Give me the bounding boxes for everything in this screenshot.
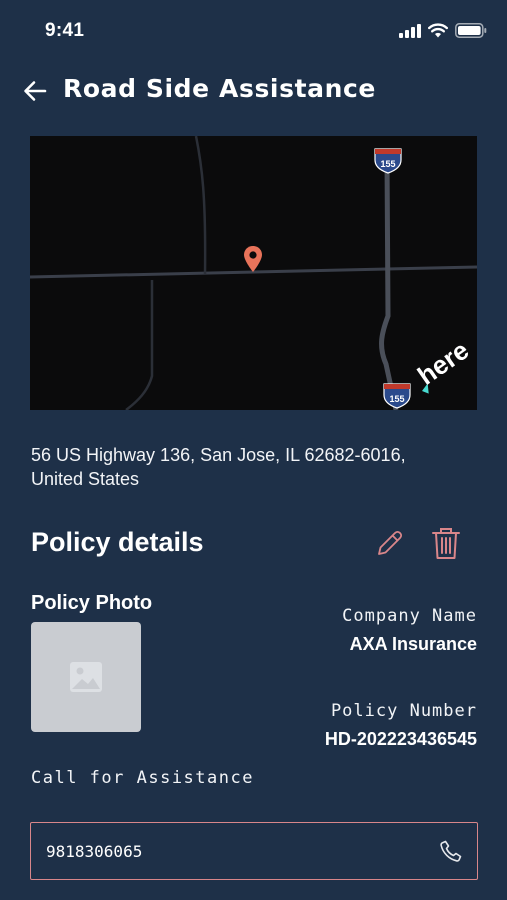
status-icons — [399, 23, 487, 38]
interstate-shield-top: 155 — [374, 148, 402, 174]
phone-icon — [440, 840, 462, 862]
back-button[interactable] — [22, 78, 48, 104]
here-logo: here — [412, 335, 474, 394]
status-bar: 9:41 — [0, 0, 507, 60]
phone-number-value: 9818306065 — [46, 842, 143, 861]
call-for-assistance-label: Call for Assistance — [31, 768, 254, 788]
wifi-icon — [428, 23, 448, 38]
status-time: 9:41 — [45, 20, 85, 41]
company-name-value: AXA Insurance — [349, 634, 477, 654]
location-pin-icon[interactable] — [244, 246, 262, 272]
address-line-1: 56 US Highway 136, San Jose, IL 62682-60… — [31, 445, 406, 465]
image-placeholder-icon — [70, 662, 102, 692]
policy-photo-label: Policy Photo — [31, 592, 153, 614]
phone-number-field[interactable]: 9818306065 — [30, 822, 478, 880]
shield-bottom-number: 155 — [389, 394, 404, 404]
edit-button[interactable] — [375, 528, 405, 558]
policy-photo[interactable] — [31, 622, 141, 732]
company-name-label: Company Name — [342, 606, 477, 626]
trash-icon — [432, 528, 460, 559]
delete-button[interactable] — [431, 526, 461, 560]
policy-number-label: Policy Number — [330, 701, 477, 721]
map-canvas: 155 155 here — [30, 136, 477, 410]
pencil-icon — [378, 530, 403, 555]
policy-details-title: Policy details — [31, 527, 204, 557]
battery-icon — [455, 23, 487, 38]
address-line-2: United States — [31, 469, 140, 489]
map-road-minor — [125, 280, 154, 410]
signal-icon — [399, 23, 421, 38]
map-highway — [379, 157, 399, 410]
arrow-left-icon — [24, 81, 47, 101]
shield-top-number: 155 — [380, 159, 395, 169]
map-road-vertical-left — [194, 136, 207, 275]
policy-number-value: HD-202223436545 — [324, 729, 477, 749]
header: Road Side Assistance — [0, 70, 507, 114]
location-map[interactable]: 155 155 here — [30, 136, 477, 410]
address-text: 56 US Highway 136, San Jose, IL 62682-60… — [31, 443, 471, 491]
here-logo-text: here — [412, 335, 474, 391]
call-button[interactable] — [439, 839, 463, 863]
page-title: Road Side Assistance — [63, 74, 376, 103]
interstate-shield-bottom: 155 — [383, 383, 411, 409]
